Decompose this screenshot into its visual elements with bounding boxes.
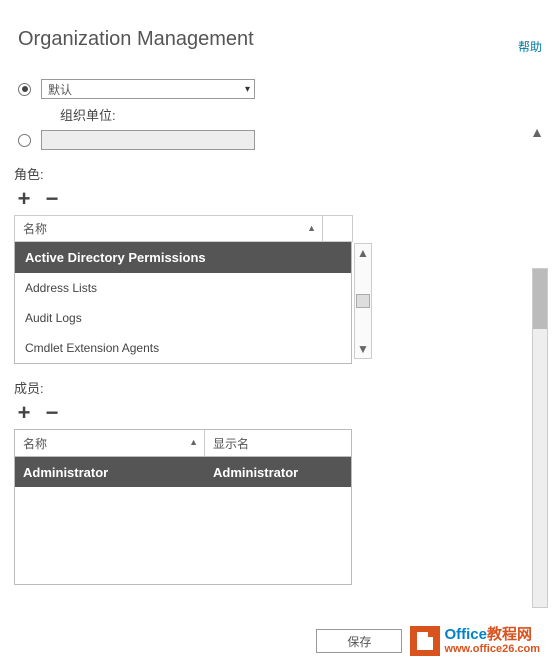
members-label: 成员:: [14, 378, 554, 397]
sort-up-icon: ▲: [307, 223, 316, 233]
role-row[interactable]: Cmdlet Extension Agents: [15, 333, 351, 363]
roles-header-spacer: [323, 216, 353, 242]
members-header: 名称 ▲ 显示名: [14, 429, 352, 457]
roles-table: 名称 ▲: [14, 215, 353, 242]
chevron-down-icon: ▾: [245, 84, 250, 95]
ou-input[interactable]: [41, 130, 255, 150]
roles-header-name[interactable]: 名称 ▲: [15, 216, 323, 242]
role-row[interactable]: Address Lists: [15, 273, 351, 303]
members-header-name[interactable]: 名称 ▲: [15, 430, 205, 456]
member-display: Administrator: [205, 465, 351, 480]
sort-up-icon: ▲: [189, 437, 198, 447]
remove-member-icon[interactable]: −: [42, 403, 62, 423]
save-button[interactable]: 保存: [316, 629, 402, 653]
add-role-icon[interactable]: +: [14, 189, 34, 209]
scope-dropdown-value: 默认: [48, 81, 72, 98]
add-member-icon[interactable]: +: [14, 403, 34, 423]
scope-radio-group: 默认 ▾ 组织单位:: [18, 79, 554, 150]
scope-ou-radio[interactable]: [18, 134, 31, 147]
page-title: Organization Management: [18, 28, 554, 51]
ou-label: 组织单位:: [60, 105, 554, 124]
watermark-icon: [410, 626, 440, 656]
roles-list[interactable]: Active Directory Permissions Address Lis…: [14, 242, 352, 364]
members-list[interactable]: Administrator Administrator: [14, 457, 352, 585]
member-name: Administrator: [15, 465, 205, 480]
watermark-brand: Office教程网: [444, 627, 540, 644]
scope-dropdown[interactable]: 默认 ▾: [41, 79, 255, 99]
member-row[interactable]: Administrator Administrator: [15, 457, 351, 487]
role-row[interactable]: Audit Logs: [15, 303, 351, 333]
watermark-logo: Office教程网 www.office26.com: [410, 626, 540, 656]
scope-default-radio[interactable]: [18, 83, 31, 96]
roles-scrollbar[interactable]: ▲ ▼: [354, 243, 372, 359]
roles-label: 角色:: [14, 164, 554, 183]
watermark-url: www.office26.com: [444, 643, 540, 655]
scroll-up-icon[interactable]: ▲: [357, 244, 369, 262]
scroll-down-icon[interactable]: ▼: [357, 340, 369, 358]
remove-role-icon[interactable]: −: [42, 189, 62, 209]
page-scrollbar[interactable]: [532, 268, 548, 608]
scroll-thumb[interactable]: [356, 294, 370, 308]
collapse-caret-icon[interactable]: ▲: [530, 124, 544, 140]
role-row[interactable]: Active Directory Permissions: [15, 242, 351, 273]
members-header-display[interactable]: 显示名: [205, 430, 351, 456]
help-link[interactable]: 帮助: [518, 38, 542, 55]
